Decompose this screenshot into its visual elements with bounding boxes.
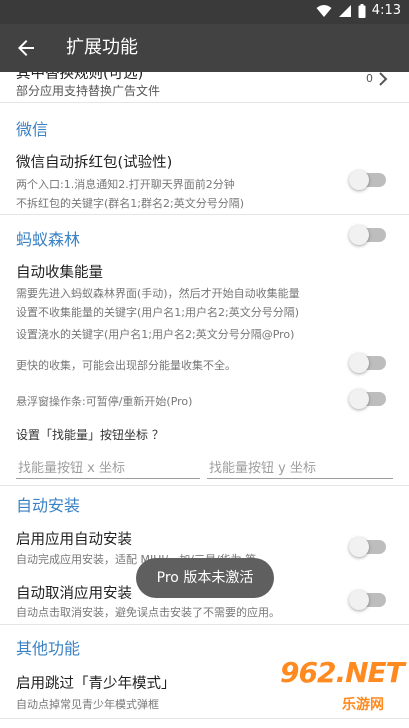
switch-thumb (349, 537, 369, 557)
float-bar-label: 悬浮窗操作条:可暂停/重新开始(Pro) (16, 395, 193, 408)
switch-thumb (349, 170, 369, 190)
x-coord-placeholder: 找能量按钮 x 坐标 (18, 461, 125, 476)
auto-cancel-title: 自动取消应用安装 (16, 586, 132, 602)
auto-cancel-desc: 自动点击取消安装，避免误点击安装了不需要的应用。 (16, 606, 280, 619)
replace-rules-count: 0 (366, 72, 373, 85)
auto-collect-title: 自动收集能量 (16, 265, 103, 281)
watermark-text: 962.NET (280, 656, 405, 689)
wechat-redpacket-desc2[interactable]: 不拆红包的关键字(群名1;群名2;英文分号分隔) (16, 195, 244, 211)
no-collect-keywords[interactable]: 设置不收集能量的关键字(用户名1;用户名2;英文分号分隔) (16, 304, 299, 320)
y-coord-placeholder: 找能量按钮 y 坐标 (209, 461, 316, 476)
wechat-redpacket-desc1: 两个入口:1.消息通知2.打开聊天界面前2分钟 (16, 178, 235, 191)
divider (0, 102, 409, 103)
auto-install-switch[interactable] (349, 537, 386, 557)
settings-list[interactable]: 其中替换规则(可选) 部分应用支持替换广告文件 0 微信 微信自动拆红包(试验性… (0, 72, 409, 728)
switch-thumb (349, 353, 369, 373)
watermark-logo: 962.NET 乐游网 (270, 654, 409, 728)
toolbar: 扩展功能 (0, 24, 409, 72)
faster-collect-switch[interactable] (349, 353, 386, 373)
battery-icon (358, 3, 366, 18)
watermark-cn: 乐游网 (342, 697, 384, 713)
status-time: 4:13 (371, 3, 401, 18)
auto-install-title: 启用应用自动安装 (16, 532, 132, 548)
switch-thumb (349, 225, 369, 245)
signal-icon (338, 4, 352, 18)
float-bar-switch[interactable] (349, 389, 386, 409)
faster-collect-label: 更快的收集，可能会出现部分能量收集不全。 (16, 359, 236, 372)
divider (0, 624, 409, 625)
section-ant-forest: 蚂蚁森林 (16, 230, 81, 249)
wechat-redpacket-title: 微信自动拆红包(试验性) (16, 155, 173, 171)
skip-teen-mode-title: 启用跳过「青少年模式」 (16, 676, 176, 692)
ant-forest-switch[interactable] (349, 225, 386, 245)
auto-cancel-switch[interactable] (349, 590, 386, 610)
section-auto-install: 自动安装 (16, 496, 81, 515)
replace-rules-desc: 部分应用支持替换广告文件 (16, 84, 161, 98)
skip-teen-mode-desc: 自动点掉常见青少年模式弹框 (16, 698, 159, 711)
status-icons: 4:13 (316, 3, 401, 18)
divider (0, 214, 409, 215)
switch-thumb (349, 389, 369, 409)
toast-message: Pro 版本未激活 (136, 558, 274, 598)
auto-collect-desc1: 需要先进入蚂蚁森林界面(手动)，然后才开始自动收集能量 (16, 287, 300, 300)
page-title: 扩展功能 (66, 37, 138, 58)
wechat-redpacket-switch[interactable] (349, 170, 386, 190)
switch-thumb (349, 590, 369, 610)
status-bar: 4:13 (0, 0, 409, 24)
divider (0, 485, 409, 486)
coords-label: 设置「找能量」按钮坐标 ？ (16, 428, 164, 442)
x-coord-input[interactable]: 找能量按钮 x 坐标 (16, 454, 200, 479)
wifi-icon (316, 4, 332, 18)
section-wechat: 微信 (16, 120, 49, 139)
section-other: 其他功能 (16, 639, 81, 658)
watering-keywords[interactable]: 设置浇水的关键字(用户名1;用户名2;英文分号分隔@Pro) (16, 326, 294, 342)
chevron-right-icon[interactable] (378, 72, 388, 86)
back-arrow-icon[interactable] (14, 36, 38, 60)
y-coord-input[interactable]: 找能量按钮 y 坐标 (207, 454, 393, 479)
